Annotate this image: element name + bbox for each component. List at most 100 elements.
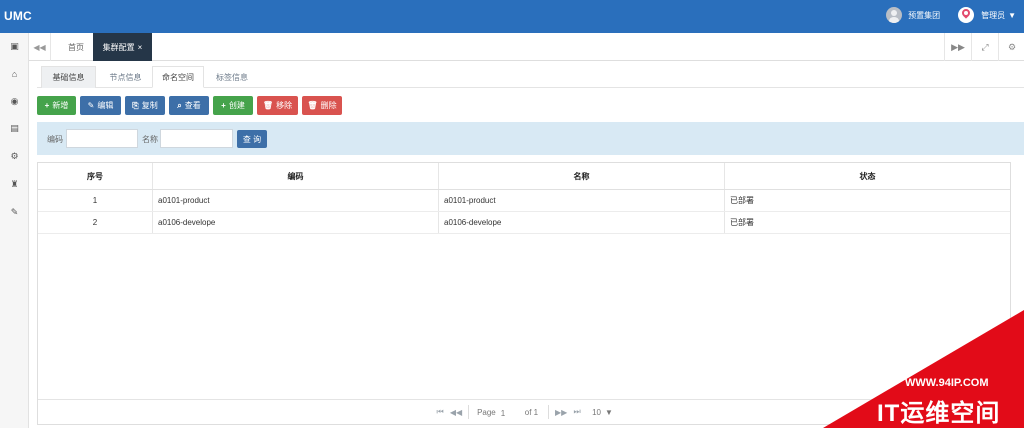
sidebar-item-table[interactable]: ▤ (0, 118, 29, 138)
code-label: 编码 (47, 135, 63, 144)
row-code: a0106-develope (153, 212, 439, 233)
tab-cluster-config-label: 集群配置 (102, 42, 135, 52)
copy-button[interactable]: ⎘ 复制 (125, 96, 165, 115)
row-name: a0106-develope (439, 212, 725, 233)
name-input[interactable] (160, 129, 233, 148)
app-title: UMC (4, 9, 32, 23)
pager-divider (468, 405, 470, 419)
fullscreen-icon: ⤢ (981, 41, 989, 52)
page-number-input[interactable]: 1 (500, 405, 524, 420)
row-name: a0101-product (439, 190, 725, 211)
column-header-name[interactable]: 名称 (439, 163, 725, 189)
bank-icon: ⌂ (11, 69, 18, 79)
page-label: Page (477, 407, 496, 417)
delete-button-label: 删除 (320, 101, 337, 110)
copy-icon: ⎘ (132, 100, 139, 110)
column-header-code[interactable]: 编码 (153, 163, 439, 189)
gear-icon: ⚙ (10, 150, 19, 161)
wrench-icon: ✎ (10, 206, 19, 217)
search-icon: ⌕ (177, 100, 182, 110)
row-code: a0101-product (153, 190, 439, 211)
eye-icon: ◉ (10, 95, 19, 106)
row-index: 1 (38, 190, 153, 211)
row-status: 已部署 (730, 218, 754, 227)
column-header-status[interactable]: 状态 (725, 163, 1010, 189)
top-right-controls: 预置集团 管理员 ▼ (886, 7, 1016, 23)
table-row[interactable]: 2 a0106-develope a0106-develope 已部署 (38, 212, 1010, 234)
group-selector[interactable]: 预置集团 (886, 7, 940, 23)
sidebar-item-eye[interactable]: ◉ (0, 91, 29, 111)
row-status: 已部署 (730, 196, 754, 205)
page-size-value: 10 (592, 407, 601, 417)
trash-icon: 🗑 (262, 101, 274, 110)
tab-scroll-right-button[interactable]: ▶▶ (944, 33, 971, 61)
tab-home[interactable]: 首页 (61, 33, 91, 61)
edit-icon: ✎ (87, 101, 95, 110)
page-total: of 1 (524, 407, 539, 417)
namespace-table: 序号 编码 名称 状态 1 a0101-product a0101-produc… (37, 162, 1011, 425)
settings-icon: ⚙ (1007, 41, 1017, 52)
sitemap-icon: ♜ (10, 178, 19, 189)
subtab-basic-info[interactable]: 基础信息 (41, 66, 96, 88)
subtab-tag-info[interactable]: 标签信息 (207, 66, 257, 88)
code-input[interactable] (66, 129, 138, 148)
close-icon[interactable]: × (138, 43, 143, 52)
previous-page-button[interactable]: ◀◀ (448, 408, 464, 417)
pager-divider (548, 405, 550, 419)
watermark-name: IT运维空间 (877, 400, 1001, 427)
edit-button[interactable]: ✎ 编辑 (80, 96, 121, 115)
admin-menu[interactable]: 管理员 ▼ (958, 7, 1016, 23)
copy-button-label: 复制 (141, 101, 158, 110)
watermark-url: WWW.94IP.COM (905, 377, 989, 389)
column-header-index[interactable]: 序号 (38, 163, 153, 189)
add-button[interactable]: + 新增 (37, 96, 76, 115)
view-button-label: 查看 (184, 101, 201, 110)
double-chevron-right-icon: ▶▶ (951, 41, 965, 52)
subtab-namespace[interactable]: 命名空间 (152, 66, 204, 88)
create-button-label: 创建 (228, 101, 245, 110)
sidebar: ▣ ⌂ ◉ ▤ ⚙ ♜ ✎ (0, 33, 29, 428)
page-size-select[interactable]: 10 ▼ (589, 404, 616, 420)
chevron-down-icon: ▼ (605, 407, 613, 417)
first-page-button[interactable]: ⏮ (432, 407, 448, 417)
group-label: 预置集团 (908, 10, 941, 20)
detail-subtabs: 基础信息 节点信息 命名空间 标签信息 (37, 66, 1024, 88)
name-label: 名称 (142, 135, 158, 144)
sidebar-item-sitemap[interactable]: ♜ (0, 174, 29, 194)
plus-icon: + (221, 101, 226, 110)
edit-button-label: 编辑 (97, 101, 114, 110)
add-button-label: 新增 (52, 101, 69, 110)
remove-button[interactable]: 🗑 移除 (257, 96, 298, 115)
top-navigation-bar: UMC 预置集团 管理员 ▼ (0, 0, 1024, 33)
query-button[interactable]: 查 询 (237, 130, 267, 148)
page-tab-strip: ◀◀ 首页 集群配置 × ▶▶ ⤢ ⚙ (29, 33, 1024, 61)
tab-settings-button[interactable]: ⚙ (998, 33, 1024, 61)
table-icon: ▤ (10, 122, 19, 133)
sidebar-item-bank[interactable]: ⌂ (0, 64, 29, 84)
remove-button-label: 移除 (276, 101, 293, 110)
plus-icon: + (44, 101, 50, 110)
delete-button[interactable]: 🗑 删除 (302, 96, 342, 115)
subtab-node-info[interactable]: 节点信息 (99, 66, 152, 88)
admin-label: 管理员 (981, 10, 1006, 20)
tab-cluster-config[interactable]: 集群配置 × (93, 33, 152, 61)
create-button[interactable]: + 创建 (213, 96, 253, 115)
double-chevron-left-icon: ◀◀ (33, 42, 46, 52)
table-header: 序号 编码 名称 状态 (38, 163, 1010, 190)
sidebar-item-id-card[interactable]: ▣ (0, 36, 29, 56)
user-avatar-icon (886, 7, 903, 23)
view-button[interactable]: ⌕ 查看 (169, 96, 209, 115)
table-row[interactable]: 1 a0101-product a0101-product 已部署 (38, 190, 1010, 212)
next-page-button[interactable]: ▶▶ (553, 408, 569, 417)
sidebar-item-wrench[interactable]: ✎ (0, 202, 29, 222)
location-pin-icon (958, 7, 975, 23)
sidebar-item-gear[interactable]: ⚙ (0, 146, 29, 166)
fullscreen-button[interactable]: ⤢ (971, 33, 998, 61)
trash-icon: 🗑 (307, 101, 318, 110)
id-card-icon: ▣ (10, 40, 19, 51)
last-page-button[interactable]: ⏭ (569, 407, 585, 417)
tab-scroll-left-button[interactable]: ◀◀ (29, 33, 51, 61)
search-panel: 编码 名称 查 询 (37, 122, 1024, 155)
row-index: 2 (38, 212, 153, 233)
caret-down-icon: ▼ (1008, 10, 1016, 20)
